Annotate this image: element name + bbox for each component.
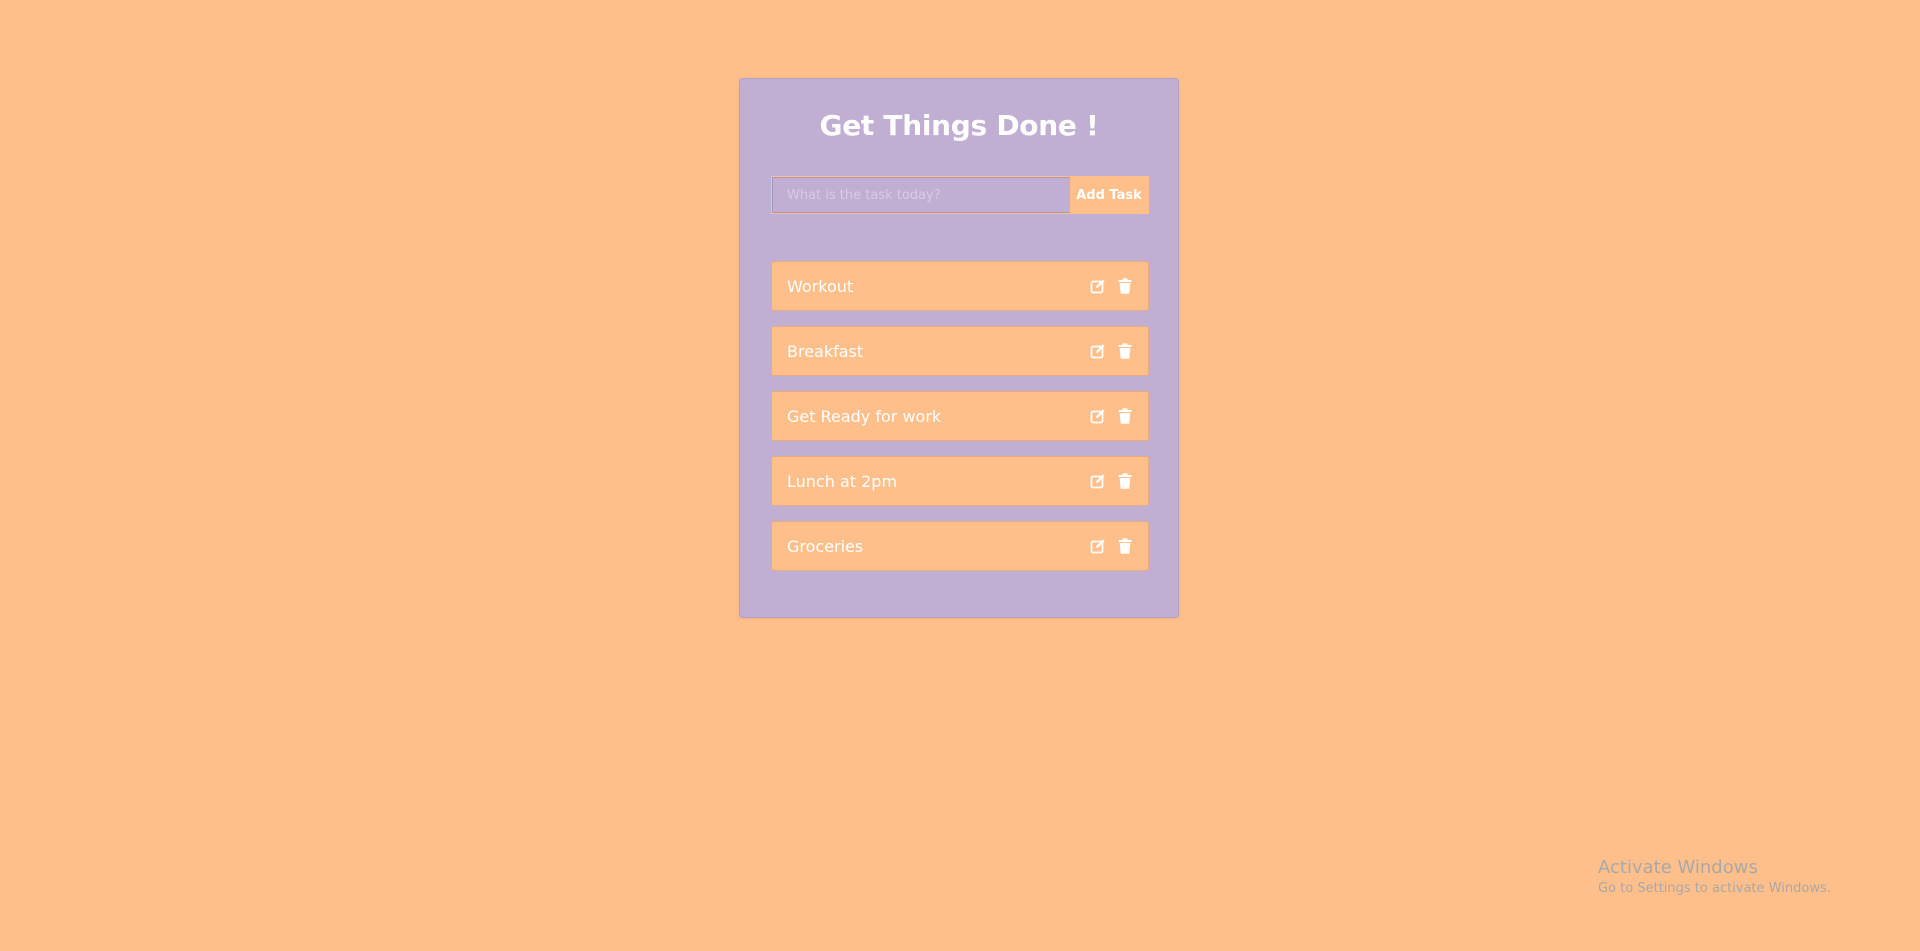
add-task-button[interactable]: Add Task	[1070, 177, 1148, 213]
trash-icon[interactable]	[1116, 472, 1134, 490]
task-label[interactable]: Groceries	[787, 537, 1080, 556]
task-label[interactable]: Workout	[787, 277, 1080, 296]
task-label[interactable]: Get Ready for work	[787, 407, 1080, 426]
trash-icon[interactable]	[1116, 342, 1134, 360]
task-item: Groceries	[771, 521, 1149, 571]
watermark-subtitle: Go to Settings to activate Windows.	[1598, 881, 1831, 896]
edit-icon[interactable]	[1089, 277, 1107, 295]
task-label[interactable]: Breakfast	[787, 342, 1080, 361]
task-label[interactable]: Lunch at 2pm	[787, 472, 1080, 491]
trash-icon[interactable]	[1116, 277, 1134, 295]
task-item: Breakfast	[771, 326, 1149, 376]
edit-icon[interactable]	[1089, 472, 1107, 490]
watermark-title: Activate Windows	[1598, 857, 1758, 878]
activation-watermark: Activate Windows Go to Settings to activ…	[1598, 857, 1831, 896]
edit-icon[interactable]	[1089, 537, 1107, 555]
trash-icon[interactable]	[1116, 537, 1134, 555]
page-title: Get Things Done !	[819, 109, 1099, 142]
task-list: Workout Breakfast Get Ready for work Lun…	[771, 261, 1149, 586]
edit-icon[interactable]	[1089, 407, 1107, 425]
edit-icon[interactable]	[1089, 342, 1107, 360]
task-item: Get Ready for work	[771, 391, 1149, 441]
task-item: Workout	[771, 261, 1149, 311]
task-item: Lunch at 2pm	[771, 456, 1149, 506]
task-form: Add Task	[771, 176, 1149, 214]
trash-icon[interactable]	[1116, 407, 1134, 425]
task-input[interactable]	[772, 177, 1070, 213]
todo-card: Get Things Done ! Add Task Workout Break…	[739, 78, 1179, 618]
